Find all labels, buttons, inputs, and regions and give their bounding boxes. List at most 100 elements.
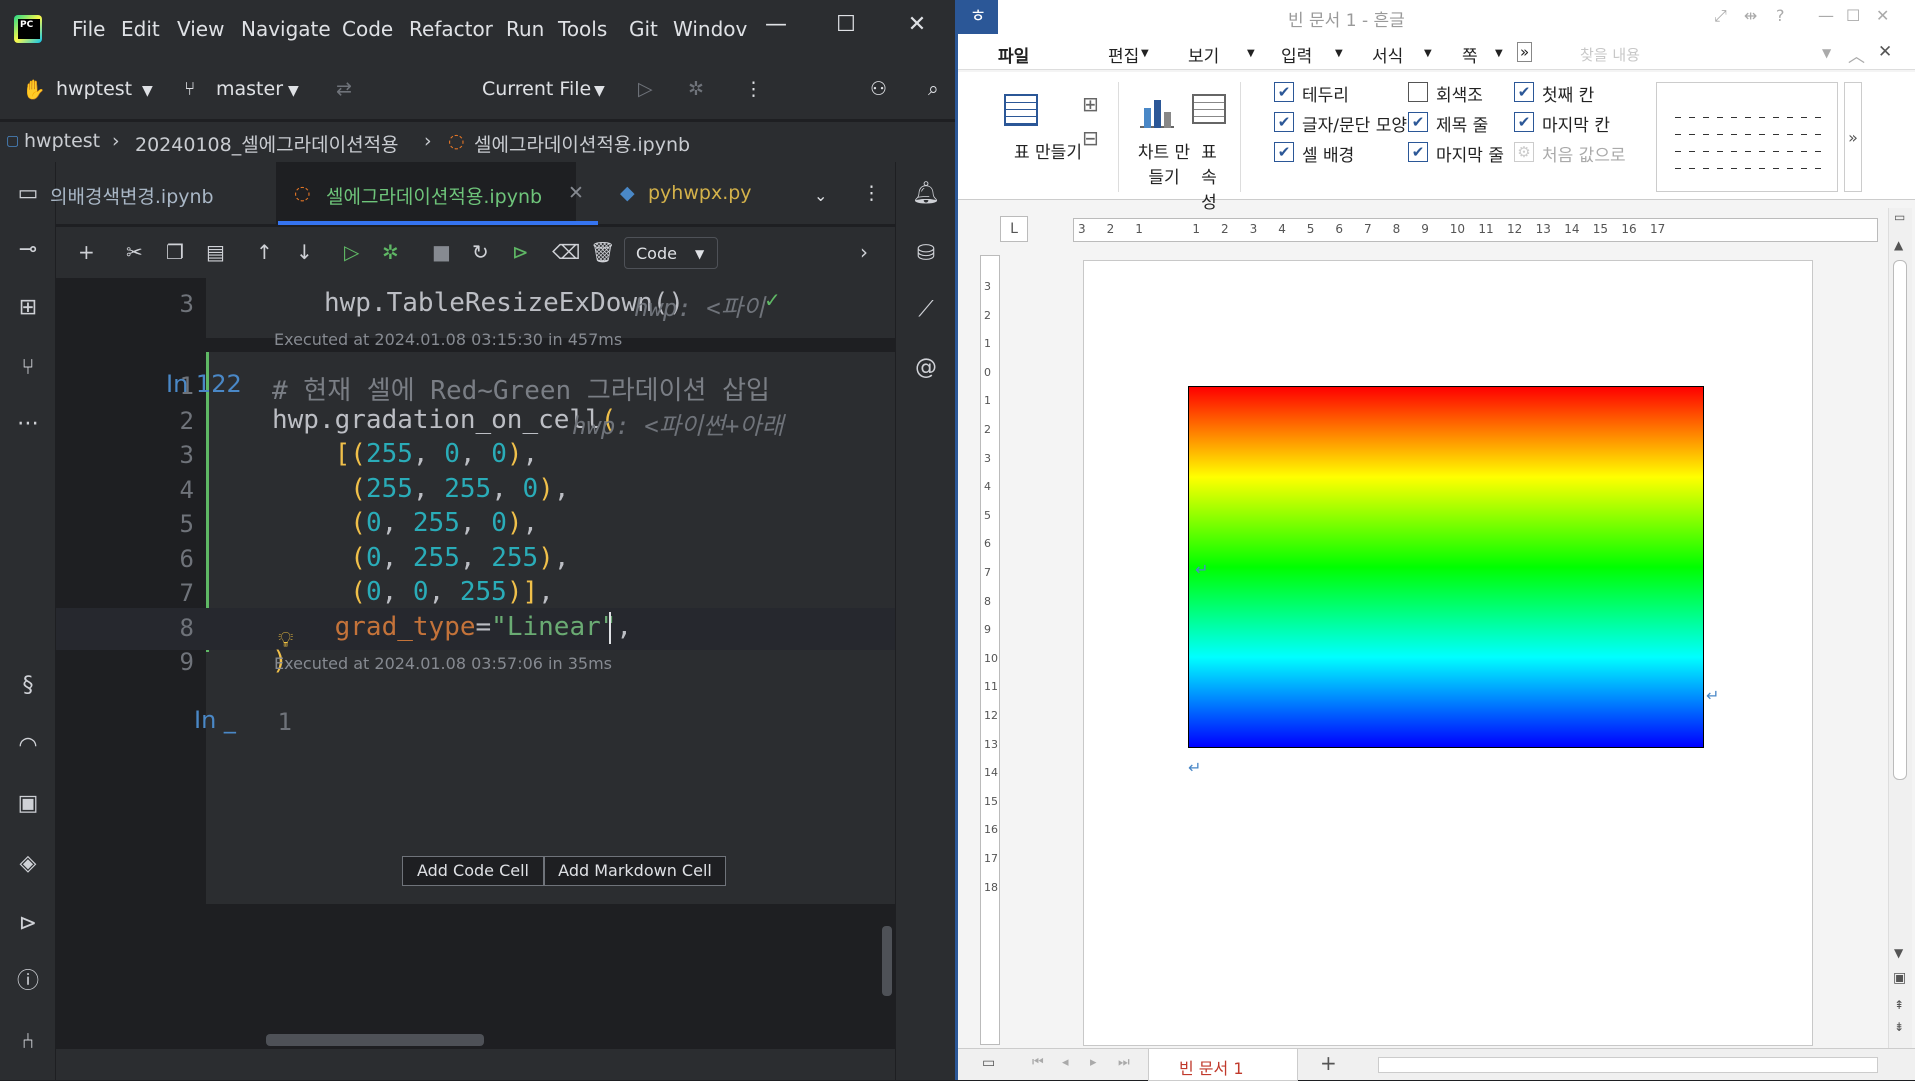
expand-ribbon-icon[interactable]: »	[1844, 82, 1862, 192]
scroll-up-icon[interactable]: ▲	[1894, 238, 1903, 252]
menu-edit[interactable]: 편집	[1108, 42, 1139, 67]
ruler-corner-icon[interactable]: L	[1000, 216, 1028, 242]
menu-view[interactable]: View	[177, 17, 224, 41]
next-page-icon[interactable]: ⇟	[1894, 1020, 1904, 1034]
horizontal-scrollbar[interactable]	[266, 1034, 484, 1046]
checkbox[interactable]: ✔	[1274, 82, 1294, 102]
vertical-scrollbar[interactable]	[882, 926, 892, 996]
maximize-icon[interactable]: ☐	[1846, 6, 1860, 25]
run-all-icon[interactable]: ⊳	[512, 240, 529, 264]
menu-view[interactable]: 보기	[1188, 42, 1219, 67]
maximize-icon[interactable]: ☐	[826, 12, 866, 37]
table-properties-label[interactable]: 표 속성	[1194, 138, 1224, 213]
close-ribbon-icon[interactable]: ✕	[1878, 42, 1892, 62]
menu-tools[interactable]: Tools	[558, 17, 607, 41]
menu-run[interactable]: Run	[506, 17, 544, 41]
scroll-top-icon[interactable]: ▭	[1894, 210, 1905, 224]
debug-icon[interactable]: ✲	[688, 78, 704, 100]
problems-icon[interactable]: ⓘ	[14, 968, 42, 996]
split-icon[interactable]: ⇹	[1744, 6, 1757, 25]
last-page-icon[interactable]: ⏭	[1118, 1055, 1130, 1070]
breadcrumb-project[interactable]: hwptest	[24, 130, 100, 152]
scroll-down-icon[interactable]: ▼	[1894, 946, 1903, 960]
tab-prev-notebook[interactable]: 의배경색변경.ipynb	[50, 182, 214, 209]
close-icon[interactable]: ✕	[1876, 6, 1889, 25]
python-console-icon[interactable]: §	[14, 672, 42, 700]
checkbox[interactable]: ✔	[1514, 82, 1534, 102]
tab-pyhwpx[interactable]: pyhwpx.py	[648, 182, 752, 204]
view-icon[interactable]: ▭	[982, 1055, 995, 1071]
chevron-down-icon[interactable]: ▼	[1822, 46, 1831, 60]
clear-outputs-icon[interactable]: ⌫	[552, 240, 580, 264]
cell-type-select[interactable]: Code ▼	[624, 237, 718, 269]
jupyter-icon[interactable]: ◠	[14, 732, 42, 760]
more-icon[interactable]: ⋮	[862, 182, 881, 204]
checkbox[interactable]	[1408, 82, 1428, 102]
close-tab-icon[interactable]: ✕	[568, 182, 584, 204]
copy-icon[interactable]: ❐	[166, 240, 184, 264]
menu-window[interactable]: Windov	[673, 17, 747, 41]
run-config-selector[interactable]: Current File	[482, 78, 591, 100]
menu-format[interactable]: 서식	[1372, 42, 1403, 67]
menu-edit[interactable]: Edit	[121, 17, 160, 41]
stop-icon[interactable]: ■	[432, 240, 451, 264]
add-user-icon[interactable]: ⚇	[870, 78, 887, 100]
checkbox[interactable]: ✔	[1274, 112, 1294, 132]
menu-page[interactable]: 쪽	[1462, 42, 1478, 67]
more-icon[interactable]: ⋮	[744, 78, 763, 100]
menu-navigate[interactable]: Navigate	[241, 17, 331, 41]
scroll-thumb[interactable]	[1893, 260, 1907, 780]
chart-create-label[interactable]: 차트 만들기	[1136, 138, 1192, 188]
layers-icon[interactable]: ◈	[14, 850, 42, 878]
add-markdown-cell-button[interactable]: Add Markdown Cell	[544, 856, 726, 886]
checkbox-label[interactable]: 마지막 줄	[1436, 141, 1504, 166]
git-icon[interactable]: ⑃	[14, 1028, 42, 1056]
menu-insert[interactable]: 입력	[1281, 42, 1312, 67]
restart-icon[interactable]: ↻	[472, 240, 489, 264]
menu-file[interactable]: File	[72, 17, 105, 41]
more-tools-icon[interactable]: ⋯	[14, 410, 42, 438]
commit-icon[interactable]: ⊸	[14, 236, 42, 264]
table-erase-icon[interactable]: ⊟	[1082, 126, 1099, 150]
gradient-table-cell[interactable]	[1188, 386, 1704, 748]
checkbox[interactable]: ⚙	[1514, 142, 1534, 162]
branch-selector[interactable]: master	[216, 78, 283, 100]
notebook-editor[interactable]: 3 hwp.TableResizeExDown() hwp: <파이 Execu…	[56, 278, 895, 1048]
vcs-arrows-icon[interactable]: ⇄	[336, 78, 352, 100]
chevron-down-icon[interactable]: ▼	[142, 83, 153, 99]
table-style-preview[interactable]	[1656, 82, 1838, 192]
table-draw-icon[interactable]: ⊞	[1082, 92, 1099, 116]
checkbox[interactable]: ✔	[1514, 112, 1534, 132]
breadcrumb-folder[interactable]: 20240108_셀에그라데이션적용	[135, 130, 399, 157]
checkbox-label[interactable]: 회색조	[1436, 81, 1483, 106]
sciview-icon[interactable]: ⟋	[912, 296, 940, 324]
empty-cell[interactable]	[206, 684, 895, 756]
checkbox-label[interactable]: 테두리	[1302, 81, 1349, 106]
table-create-icon[interactable]	[1004, 94, 1038, 126]
database-icon[interactable]: ⛁	[912, 240, 940, 268]
chevron-down-icon[interactable]: ▼	[288, 83, 299, 99]
checkbox[interactable]: ✔	[1408, 112, 1428, 132]
services-icon[interactable]: ⊳	[14, 910, 42, 938]
menu-code[interactable]: Code	[342, 17, 393, 41]
checkbox[interactable]: ✔	[1274, 142, 1294, 162]
close-icon[interactable]: ✕	[897, 12, 937, 37]
checkbox-label[interactable]: 처음 값으로	[1542, 141, 1626, 166]
notifications-icon[interactable]: 🔔︎	[912, 180, 940, 208]
structure-icon[interactable]: ⊞	[14, 294, 42, 322]
horizontal-ruler[interactable]: 3 2 1 1 2 3 4 5 6 7 8 9 10 11 12 13 14 15 16 17	[1073, 218, 1878, 242]
prev-page-icon[interactable]: ⇞	[1894, 998, 1904, 1012]
chevron-down-icon[interactable]: ▼	[594, 83, 605, 99]
run-icon[interactable]: ▷	[638, 78, 653, 100]
checkbox-label[interactable]: 제목 줄	[1436, 111, 1488, 136]
vertical-scrollbar[interactable]: ▭ ▲ ▼ ▣ ⇞ ⇟	[1888, 208, 1912, 1048]
table-properties-icon[interactable]	[1192, 94, 1226, 124]
move-up-icon[interactable]: ↑	[256, 240, 273, 264]
add-code-cell-button[interactable]: Add Code Cell	[402, 856, 544, 886]
add-doc-tab-icon[interactable]: +	[1320, 1051, 1337, 1075]
fullscreen-icon[interactable]: ⤢	[1714, 6, 1727, 26]
checkbox[interactable]: ✔	[1408, 142, 1428, 162]
checkbox-label[interactable]: 마지막 칸	[1542, 111, 1610, 136]
chevron-right-icon[interactable]: ›	[860, 240, 868, 264]
pull-request-icon[interactable]: ⑂	[14, 354, 42, 382]
